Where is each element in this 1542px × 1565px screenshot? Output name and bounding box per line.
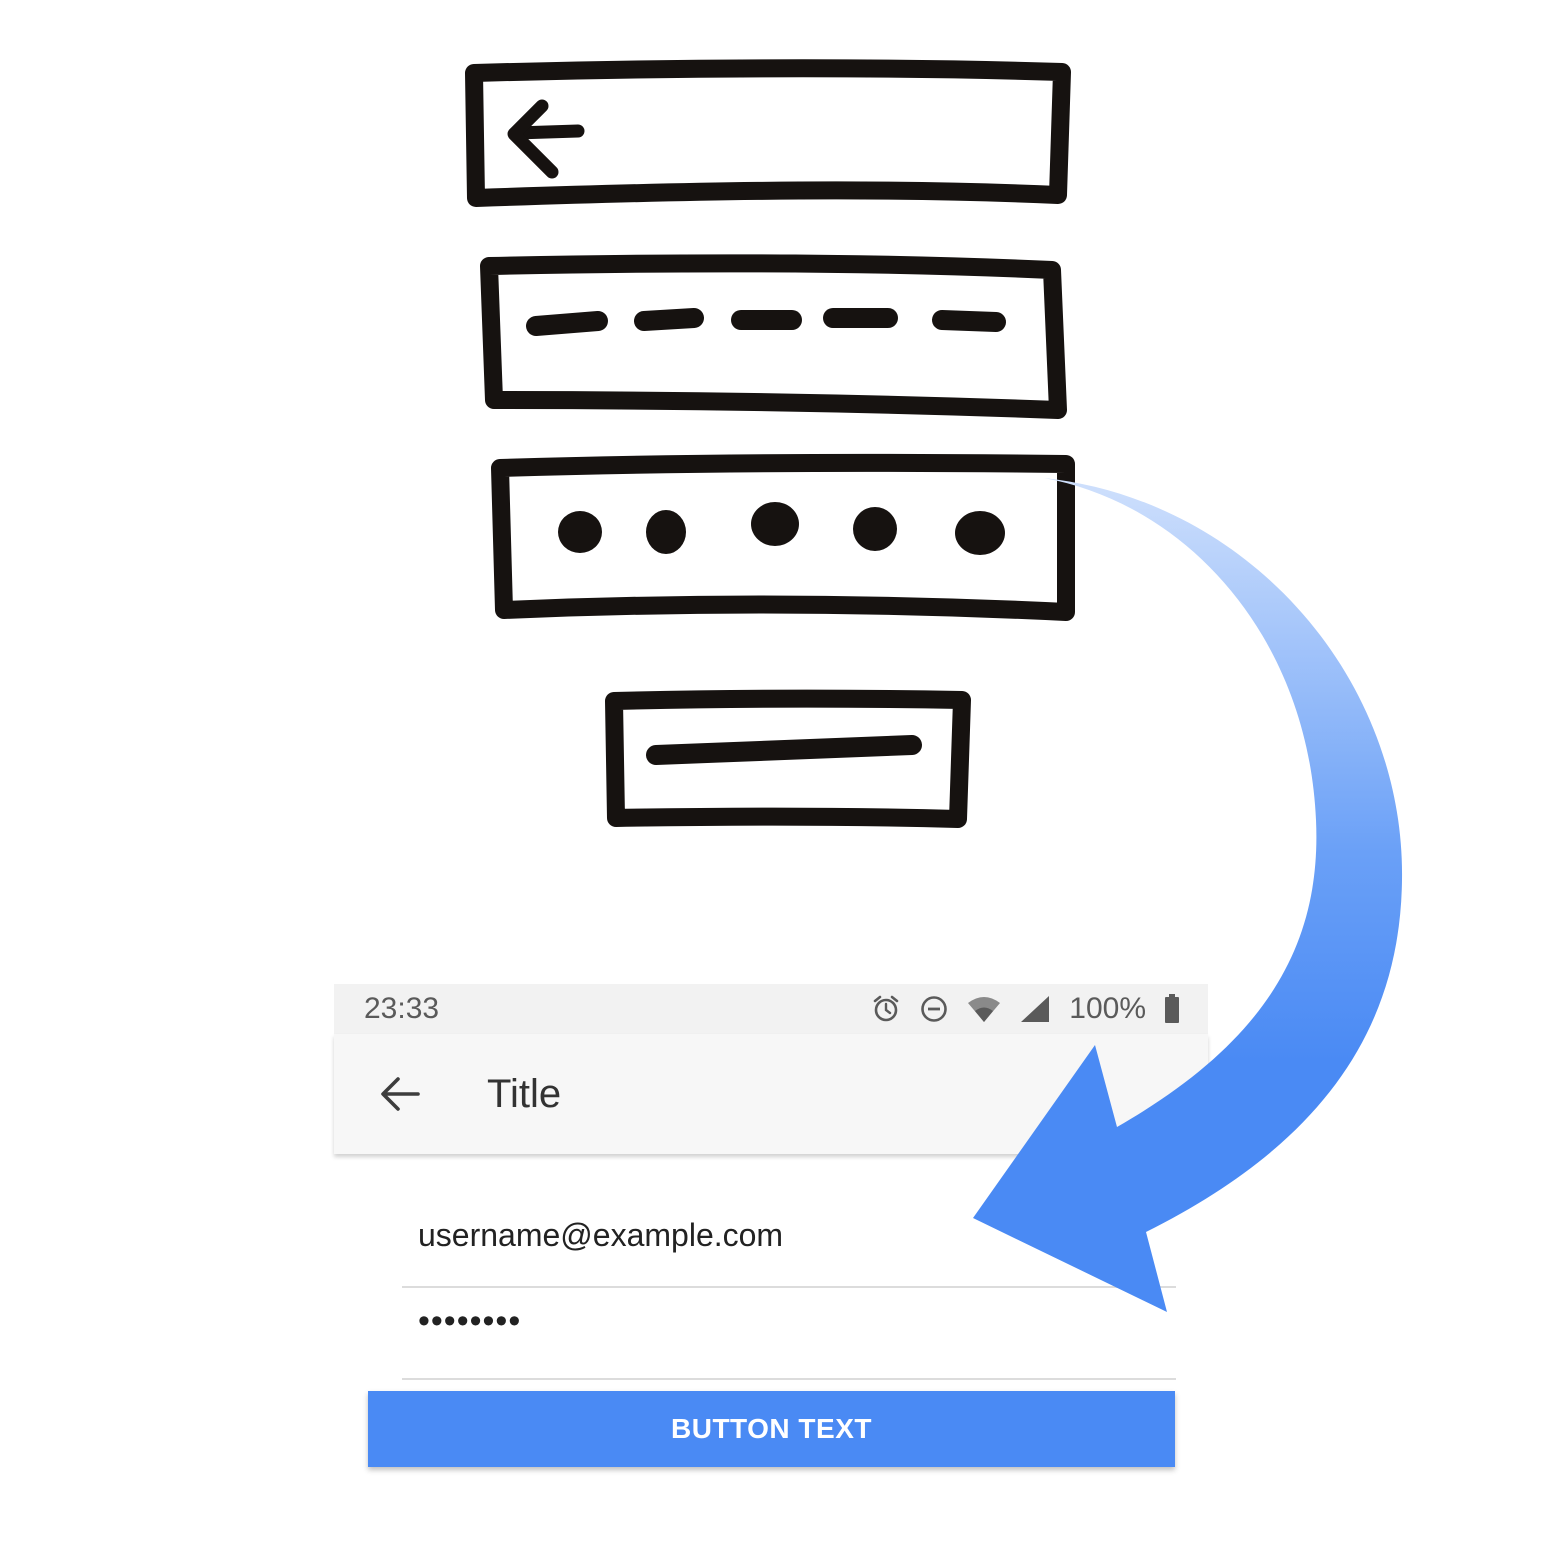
page-title: Title xyxy=(487,1072,562,1116)
wifi-icon xyxy=(968,997,1001,1022)
status-time: 23:33 xyxy=(364,992,440,1025)
email-field[interactable]: username@example.com xyxy=(402,1196,1176,1288)
sketch-button-label-line xyxy=(646,735,922,765)
status-icons: 100% xyxy=(871,992,1180,1026)
alarm-icon xyxy=(873,995,899,1022)
sketch-back-arrow-icon xyxy=(507,99,585,179)
battery-icon xyxy=(1165,994,1179,1023)
do-not-disturb-icon xyxy=(921,996,948,1022)
sketch-text-dashes xyxy=(526,308,1006,336)
arrow-back-icon[interactable] xyxy=(378,1072,422,1116)
password-value: •••••••• xyxy=(418,1302,522,1340)
submit-button-label: BUTTON TEXT xyxy=(671,1413,872,1444)
app-bar: Title xyxy=(334,1034,1208,1154)
sketch-email-box xyxy=(480,254,1067,419)
email-value: username@example.com xyxy=(418,1217,784,1253)
password-field[interactable]: •••••••• xyxy=(402,1288,1176,1380)
battery-percent: 100% xyxy=(1069,992,1146,1025)
sketch-password-dots xyxy=(558,502,1005,555)
status-bar: 23:33 100% xyxy=(334,984,1208,1034)
cell-signal-icon xyxy=(1021,996,1050,1022)
phone-screen: 23:33 100% Title username@example.com ••… xyxy=(334,984,1208,1484)
submit-button[interactable]: BUTTON TEXT xyxy=(368,1391,1175,1467)
